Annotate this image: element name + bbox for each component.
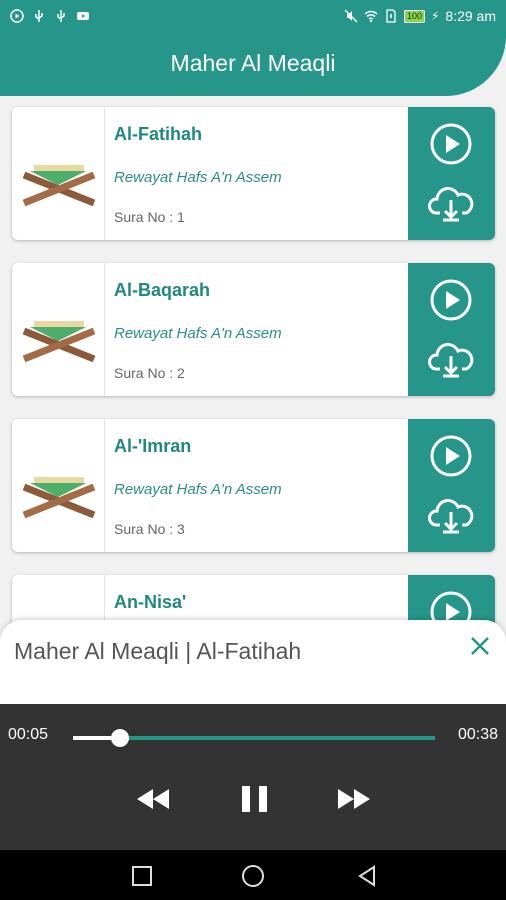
riwaya-label: Rewayat Hafs A'n Assem bbox=[114, 481, 282, 498]
recents-icon[interactable] bbox=[130, 864, 154, 888]
download-cloud-icon[interactable] bbox=[428, 339, 474, 379]
youtube-icon bbox=[77, 12, 89, 20]
charging-icon: ⚡ bbox=[430, 9, 440, 23]
sura-card[interactable]: Al-'Imran Rewayat Hafs A'n Assem Sura No… bbox=[12, 419, 495, 552]
sura-number: Sura No : 2 bbox=[114, 365, 185, 381]
usb-icon bbox=[35, 10, 43, 22]
play-icon[interactable] bbox=[430, 123, 472, 165]
sura-card[interactable]: Al-Baqarah Rewayat Hafs A'n Assem Sura N… bbox=[12, 263, 495, 396]
quran-stand-image bbox=[12, 107, 105, 240]
pause-icon[interactable] bbox=[235, 782, 275, 816]
app-header: 100 ⚡ 8:29 am Maher Al Meaqli bbox=[0, 0, 506, 96]
now-playing-panel: Maher Al Meaqli | Al-Fatihah bbox=[0, 620, 506, 704]
now-playing-title: Maher Al Meaqli | Al-Fatihah bbox=[14, 638, 302, 664]
riwaya-label: Rewayat Hafs A'n Assem bbox=[114, 169, 282, 186]
sura-name: Al-'Imran bbox=[114, 436, 192, 456]
battery-level: 100 bbox=[403, 9, 425, 23]
sura-name: An-Nisa' bbox=[114, 592, 187, 612]
quran-stand-image bbox=[12, 263, 105, 396]
back-icon[interactable] bbox=[355, 864, 379, 888]
elapsed-time: 00:05 bbox=[8, 726, 49, 743]
seek-bar[interactable] bbox=[73, 729, 435, 747]
system-nav-bar bbox=[0, 850, 506, 900]
play-notification-icon bbox=[10, 9, 24, 23]
download-cloud-icon[interactable] bbox=[428, 183, 474, 223]
download-cloud-icon[interactable] bbox=[428, 495, 474, 535]
total-time: 00:38 bbox=[457, 726, 498, 743]
sura-card[interactable]: Al-Fatihah Rewayat Hafs A'n Assem Sura N… bbox=[12, 107, 495, 240]
mute-icon bbox=[344, 9, 358, 23]
home-icon[interactable] bbox=[241, 864, 265, 888]
play-icon[interactable] bbox=[430, 279, 472, 321]
player-controls: 00:05 00:38 bbox=[0, 704, 506, 850]
usb-icon bbox=[57, 10, 65, 22]
status-bar: 100 ⚡ 8:29 am bbox=[0, 0, 506, 32]
fast-forward-icon[interactable] bbox=[334, 782, 374, 816]
close-icon[interactable] bbox=[468, 634, 492, 658]
card-actions bbox=[408, 263, 495, 396]
play-icon[interactable] bbox=[430, 435, 472, 477]
riwaya-label: Rewayat Hafs A'n Assem bbox=[114, 325, 282, 342]
sim-icon bbox=[386, 9, 396, 23]
sura-number: Sura No : 3 bbox=[114, 521, 185, 537]
quran-stand-image bbox=[12, 419, 105, 552]
sura-name: Al-Baqarah bbox=[114, 280, 211, 300]
card-actions bbox=[408, 419, 495, 552]
seek-thumb[interactable] bbox=[111, 729, 130, 747]
card-actions bbox=[408, 107, 495, 240]
clock: 8:29 am bbox=[445, 8, 496, 24]
wifi-icon bbox=[364, 10, 378, 23]
sura-name: Al-Fatihah bbox=[114, 124, 202, 144]
rewind-icon[interactable] bbox=[133, 782, 173, 816]
sura-number: Sura No : 1 bbox=[114, 209, 185, 225]
page-title: Maher Al Meaqli bbox=[170, 50, 336, 76]
